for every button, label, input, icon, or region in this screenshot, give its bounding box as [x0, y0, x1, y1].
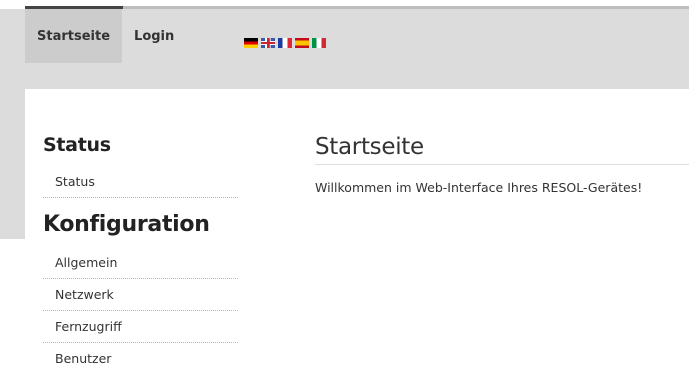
main-nav: Startseite Login — [25, 9, 186, 63]
left-gutter — [0, 89, 25, 239]
flag-de-icon[interactable] — [244, 38, 258, 48]
page-title: Startseite — [315, 134, 689, 165]
flag-fr-icon[interactable] — [278, 38, 292, 48]
main-content: Startseite Willkommen im Web-Interface I… — [315, 134, 689, 195]
sidebar: Status Status Konfiguration Allgemein Ne… — [43, 134, 238, 374]
flag-gb-icon[interactable] — [261, 38, 275, 48]
language-flags — [244, 38, 326, 48]
nav-item-startseite[interactable]: Startseite — [25, 9, 123, 63]
sidebar-item-benutzer[interactable]: Benutzer — [43, 343, 238, 374]
sidebar-heading-konfiguration: Konfiguration — [43, 212, 210, 237]
sidebar-item-fernzugriff[interactable]: Fernzugriff — [43, 311, 238, 343]
flag-es-icon[interactable] — [295, 38, 309, 48]
sidebar-item-allgemein[interactable]: Allgemein — [43, 247, 238, 279]
flag-it-icon[interactable] — [312, 38, 326, 48]
nav-item-login[interactable]: Login — [122, 9, 186, 63]
welcome-text: Willkommen im Web-Interface Ihres RESOL-… — [315, 180, 643, 195]
sidebar-item-status[interactable]: Status — [43, 166, 238, 198]
sidebar-item-netzwerk[interactable]: Netzwerk — [43, 279, 238, 311]
sidebar-heading-status: Status — [43, 134, 111, 156]
